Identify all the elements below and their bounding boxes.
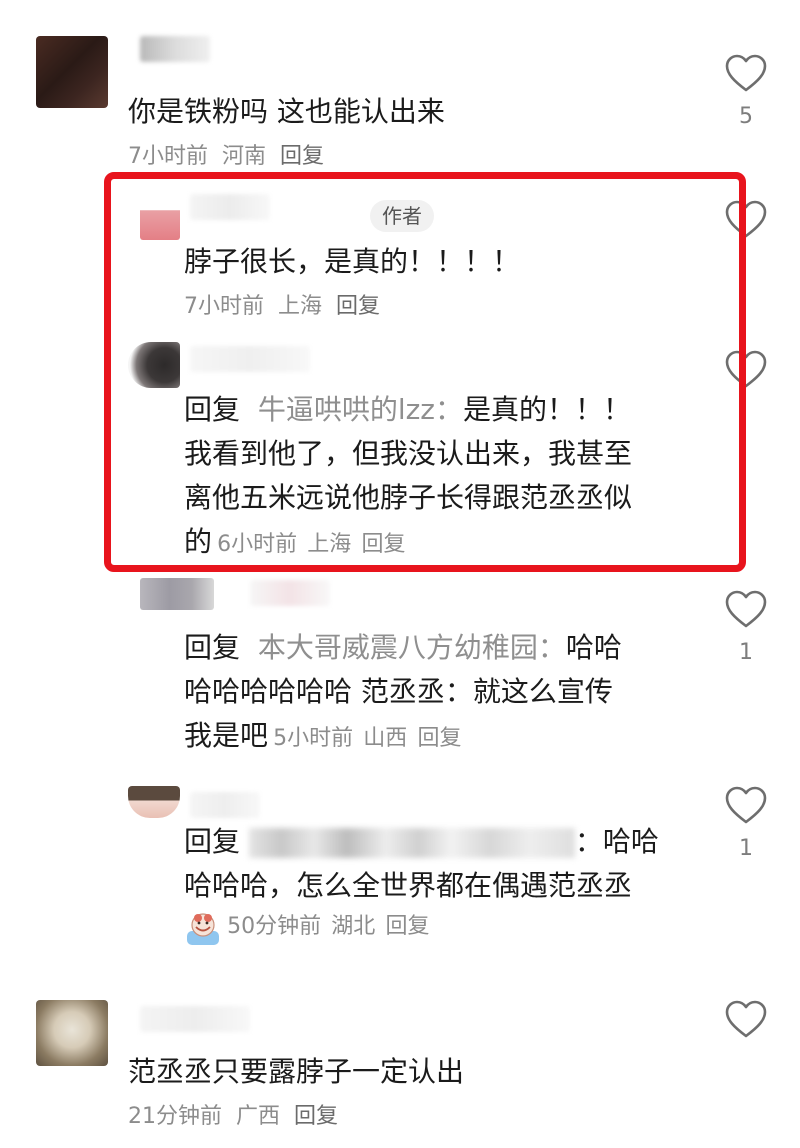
username-blurred[interactable] — [140, 1006, 250, 1032]
comment-location: 上海 — [307, 532, 352, 557]
heart-icon[interactable] — [724, 350, 768, 390]
comment-location: 上海 — [278, 294, 323, 319]
reply-to-username[interactable]: 牛逼哄哄的lzz： — [258, 393, 463, 426]
heart-icon[interactable] — [724, 786, 768, 826]
avatar[interactable] — [140, 578, 214, 610]
comment-text-part: 是真的！！！ — [463, 393, 632, 426]
comment-time: 7小时前 — [128, 144, 208, 169]
comment-location: 湖北 — [331, 914, 376, 939]
username-blurred[interactable] — [190, 346, 310, 372]
author-badge: 作者 — [370, 200, 434, 232]
comment-text: 你是铁粉吗 这也能认出来 — [128, 95, 445, 128]
comment-location: 山西 — [363, 726, 408, 751]
username-blurred[interactable] — [190, 792, 260, 818]
comment-meta: 7小时前 河南 回复 — [128, 138, 324, 170]
laughing-emoji-icon — [187, 912, 219, 945]
comment-last-line: 50分钟前 湖北 回复 — [184, 908, 429, 947]
comment-text-part: ：哈哈 — [574, 825, 659, 858]
comment-text-line: 哈哈哈，怎么全世界都在偶遇范丞丞 — [184, 869, 633, 902]
reply-button[interactable]: 回复 — [417, 726, 461, 751]
reply-to-username-blurred[interactable] — [248, 828, 575, 858]
avatar[interactable] — [128, 786, 180, 818]
heart-icon[interactable] — [724, 590, 768, 630]
username-blurred[interactable] — [250, 580, 330, 606]
comment-last-line: 我是吧 5小时前 山西 回复 — [184, 714, 461, 758]
reply-prefix: 回复 — [184, 825, 241, 858]
heart-icon[interactable] — [724, 200, 768, 240]
avatar[interactable] — [36, 36, 108, 108]
comment-text-part: 哈哈 — [565, 631, 622, 664]
avatar[interactable] — [140, 190, 180, 240]
comment-location: 河南 — [222, 144, 267, 169]
username-blurred[interactable] — [190, 194, 270, 220]
comment-time: 7小时前 — [184, 294, 264, 319]
avatar[interactable] — [128, 342, 180, 388]
heart-icon[interactable] — [724, 54, 768, 94]
comment-text: 脖子很长，是真的！！！！ — [184, 245, 521, 278]
reply-button[interactable]: 回复 — [385, 914, 429, 939]
comment-location: 广西 — [236, 1104, 281, 1129]
comment-time: 50分钟前 — [227, 914, 322, 939]
comment-time: 6小时前 — [217, 532, 298, 557]
comment-text-line: 我看到他了，但我没认出来，我甚至 — [184, 437, 633, 470]
like-count: 5 — [739, 104, 753, 129]
avatar[interactable] — [36, 1000, 108, 1066]
comment-text: 回复 ：哈哈 — [184, 820, 659, 864]
heart-icon[interactable] — [724, 1000, 768, 1040]
reply-prefix: 回复 — [184, 631, 241, 664]
comment-text-line: 离他五米远说他脖子长得跟范丞丞似 — [184, 481, 633, 514]
reply-button[interactable]: 回复 — [336, 294, 380, 319]
comment-text: 回复 牛逼哄哄的lzz：是真的！！！ — [184, 388, 631, 432]
comment-time: 21分钟前 — [128, 1104, 222, 1129]
comment-text-line: 哈哈哈哈哈哈 范丞丞：就这么宣传 — [184, 675, 613, 708]
reply-button[interactable]: 回复 — [361, 532, 405, 557]
username-blurred[interactable] — [140, 36, 210, 62]
comment-text: 回复 本大哥威震八方幼稚园：哈哈 — [184, 626, 622, 670]
comment-meta: 21分钟前 广西 回复 — [128, 1098, 338, 1130]
comment-meta: 7小时前 上海 回复 — [184, 288, 380, 320]
reply-button[interactable]: 回复 — [294, 1104, 338, 1129]
reply-button[interactable]: 回复 — [280, 144, 324, 169]
like-count: 1 — [739, 640, 753, 665]
comment-time: 5小时前 — [273, 726, 354, 751]
reply-to-username[interactable]: 本大哥威震八方幼稚园： — [258, 631, 566, 664]
comment-text: 范丞丞只要露脖子一定认出 — [128, 1055, 465, 1088]
comment-text-line: 我是吧 — [184, 719, 269, 752]
like-count: 1 — [739, 836, 753, 861]
comment-text-line: 的 — [184, 525, 213, 558]
reply-prefix: 回复 — [184, 393, 241, 426]
comment-last-line: 的 6小时前 上海 回复 — [184, 520, 405, 564]
